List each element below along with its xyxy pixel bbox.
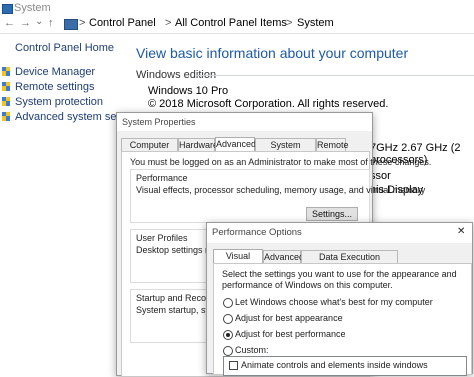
tab-computer-name[interactable]: Computer Name [121, 138, 178, 163]
divider [196, 75, 474, 76]
system-protection-link[interactable]: System protection [15, 96, 103, 108]
edition-value: Windows 10 Pro [148, 85, 229, 97]
performance-title: Performance [136, 173, 188, 183]
breadcrumb-all-items[interactable]: All Control Panel Items [175, 17, 287, 29]
tab-advanced[interactable]: Advanced [215, 137, 256, 152]
option-label: Adjust for best performance [235, 329, 346, 339]
forward-icon[interactable]: → [20, 17, 31, 29]
performance-settings-button[interactable]: Settings... [306, 207, 358, 221]
shield-icon [1, 111, 10, 121]
control-panel-home-link[interactable]: Control Panel Home [15, 42, 114, 54]
radio-let-windows-choose[interactable] [223, 298, 233, 308]
remote-settings-link[interactable]: Remote settings [15, 81, 94, 93]
performance-group: Performance Visual effects, processor sc… [130, 169, 425, 223]
visual-effects-desc-line2: performance of Windows on this computer. [222, 280, 393, 290]
tab-data-execution-prevention[interactable]: Data Execution Prevention [301, 250, 398, 275]
breadcrumb-control-panel[interactable]: Control Panel [89, 17, 156, 29]
history-dropdown-icon[interactable]: ⌄ [35, 16, 43, 27]
performance-options-dialog: Performance Options ✕ Visual Effects Adv… [206, 222, 473, 376]
dialog-title: System Properties [122, 117, 196, 127]
processor-type-fragment: ssor [370, 170, 391, 182]
breadcrumb-sep: > [165, 17, 172, 29]
dialog-title: Performance Options [212, 227, 302, 238]
tab-strip: Computer Name Hardware Advanced System P… [121, 137, 369, 163]
dialog-title-bar: System Properties [117, 113, 372, 131]
close-icon[interactable]: ✕ [457, 226, 465, 237]
performance-desc: Visual effects, processor scheduling, me… [136, 185, 426, 195]
animate-controls-label: Animate controls and elements inside win… [241, 360, 428, 370]
tab-strip: Visual Effects Advanced Data Execution P… [213, 249, 468, 275]
shield-icon [1, 96, 10, 106]
shield-icon [1, 81, 10, 91]
radio-best-performance[interactable] [223, 330, 233, 340]
back-icon[interactable]: ← [4, 17, 15, 29]
tab-remote[interactable]: Remote [316, 138, 349, 152]
device-manager-link[interactable]: Device Manager [15, 66, 95, 78]
tab-system-protection[interactable]: System Protection [255, 138, 316, 163]
page-title: View basic information about your comput… [136, 45, 409, 61]
shield-icon [1, 66, 10, 76]
tab-hardware[interactable]: Hardware [178, 138, 218, 152]
control-panel-icon [64, 19, 78, 30]
option-label: Adjust for best appearance [235, 313, 343, 323]
visual-effects-desc-line1: Select the settings you want to use for … [222, 269, 457, 279]
radio-custom[interactable] [223, 346, 233, 356]
radio-best-appearance[interactable] [223, 314, 233, 324]
admin-note: You must be logged on as an Administrato… [130, 157, 432, 167]
up-icon[interactable]: ↑ [48, 17, 54, 29]
custom-effects-list[interactable]: Animate controls and elements inside win… [223, 356, 467, 376]
tab-visual-effects[interactable]: Visual Effects [213, 249, 263, 274]
animate-controls-checkbox[interactable] [229, 361, 238, 370]
breadcrumb-sep: > [286, 17, 293, 29]
breadcrumb-system[interactable]: System [297, 17, 334, 29]
breadcrumb-sep: > [79, 17, 86, 29]
system-icon [2, 4, 13, 14]
address-bar[interactable]: > Control Panel > All Control Panel Item… [64, 17, 474, 31]
tab-advanced[interactable]: Advanced [263, 250, 304, 264]
dialog-title-bar: Performance Options ✕ [207, 223, 472, 243]
window-title-bar: System [0, 0, 474, 16]
user-profiles-title: User Profiles [136, 233, 188, 243]
option-label: Custom: [235, 345, 269, 355]
option-label: Let Windows choose what's best for my co… [235, 297, 433, 307]
visual-effects-panel: Select the settings you want to use for … [213, 263, 472, 376]
copyright-text: © 2018 Microsoft Corporation. All rights… [148, 98, 389, 110]
window-title: System [14, 2, 51, 14]
